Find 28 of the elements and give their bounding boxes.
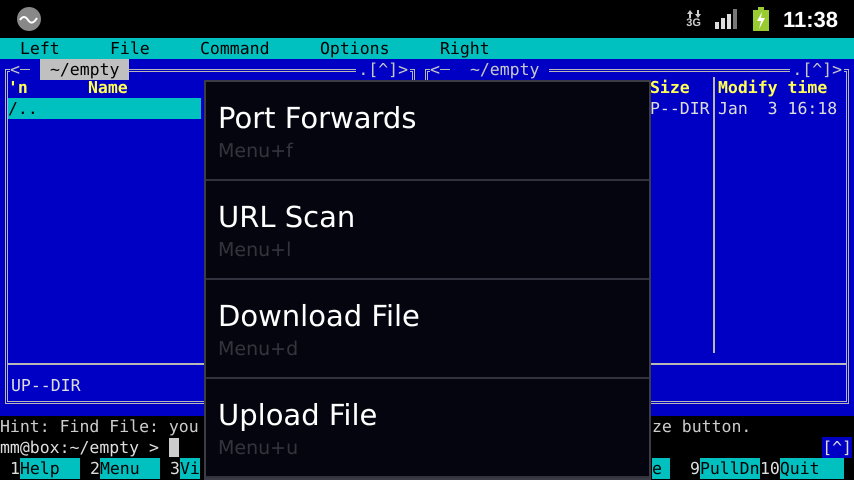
menu-item[interactable]: Left (20, 38, 110, 59)
function-key[interactable]: e (652, 458, 670, 479)
file-row[interactable]: /.. (8, 98, 201, 119)
status-text: UP--DIR (11, 376, 81, 395)
back-arrow[interactable]: < (10, 59, 20, 80)
hint-text: Hint: Find File: you (0, 416, 199, 437)
menu-item[interactable]: Command (200, 38, 320, 59)
hint-text: ze button. (652, 416, 752, 437)
column-header[interactable]: Name (88, 77, 128, 98)
scroll-button[interactable]: [^] (822, 437, 852, 458)
table-cell-text: P--DIR (650, 98, 711, 119)
network-label: 3G (686, 18, 701, 28)
menu-item[interactable]: File (110, 38, 200, 59)
panel-title[interactable]: ~/empty (40, 59, 130, 80)
panel-title[interactable]: ~/empty (460, 59, 550, 80)
column-header[interactable]: Modify time (718, 77, 846, 98)
data-arrows-icon (686, 10, 701, 18)
app-icon (16, 6, 42, 32)
column-header[interactable]: Size (650, 77, 713, 98)
clock: 11:38 (782, 6, 838, 34)
table-cell-text: Jan 3 16:18 (718, 98, 838, 119)
back-arrow[interactable]: < (430, 59, 440, 80)
battery-charging-icon (752, 7, 769, 31)
menu-item[interactable]: Options (320, 38, 440, 59)
shell-prompt: mm@box:~/empty > (0, 437, 159, 458)
menu-item[interactable]: Right (440, 38, 530, 59)
signal-icon (714, 9, 739, 29)
column-header[interactable]: 'n (8, 77, 88, 98)
